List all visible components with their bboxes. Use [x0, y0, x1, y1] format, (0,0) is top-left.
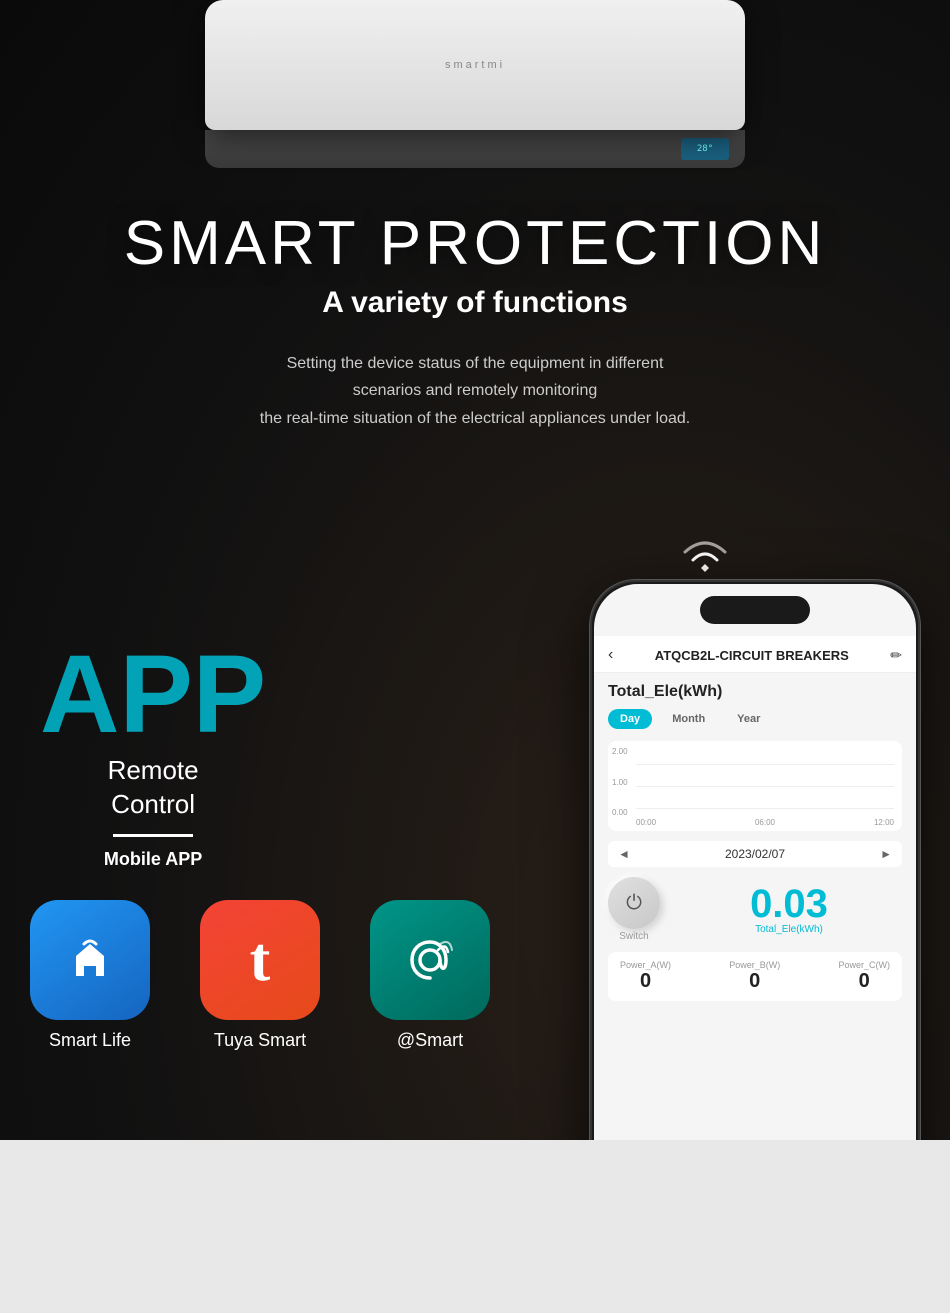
- app-icon-at-smart[interactable]: @Smart: [370, 900, 490, 1051]
- phone-outer: ‹ ATQCB2L-CIRCUIT BREAKERS ✏ Total_Ele(k…: [590, 580, 920, 1140]
- at-smart-icon-box: [370, 900, 490, 1020]
- ac-brand-label: smartmi: [445, 59, 505, 71]
- chart-area: 2.00 1.00 0.00 00:00 06:00 12:00: [608, 741, 902, 831]
- hero-text-block: SMART PROTECTION A variety of functions …: [0, 210, 950, 432]
- phone-screen: ‹ ATQCB2L-CIRCUIT BREAKERS ✏ Total_Ele(k…: [594, 584, 916, 1140]
- power-readings: Power_A(W) 0 Power_B(W) 0 Power_C(W) 0: [608, 952, 902, 1001]
- ac-unit: smartmi 28°: [195, 0, 755, 200]
- chart-x-6: 06:00: [755, 818, 775, 827]
- phone-header: ‹ ATQCB2L-CIRCUIT BREAKERS ✏: [594, 636, 916, 673]
- phone-mockup: ‹ ATQCB2L-CIRCUIT BREAKERS ✏ Total_Ele(k…: [590, 580, 920, 1140]
- app-icon-smart-life[interactable]: Smart Life: [30, 900, 150, 1051]
- power-a-label: Power_A(W): [620, 960, 671, 970]
- total-value: 0.03: [676, 884, 902, 924]
- app-icon-tuya[interactable]: t Tuya Smart: [200, 900, 320, 1051]
- tuya-icon-box: t: [200, 900, 320, 1020]
- ac-body: smartmi: [205, 0, 745, 130]
- phone-notch: [700, 596, 810, 624]
- power-a: Power_A(W) 0: [620, 960, 671, 993]
- phone-section-title: Total_Ele(kWh): [608, 683, 902, 701]
- hero-section: smartmi 28° SMART PROTECTION A variety o…: [0, 0, 950, 1140]
- main-title: SMART PROTECTION: [0, 210, 950, 278]
- chart-x-0: 00:00: [636, 818, 656, 827]
- hero-subtitle: A variety of functions: [0, 286, 950, 320]
- tab-day[interactable]: Day: [608, 709, 652, 729]
- total-label: Total_Ele(kWh): [676, 924, 902, 935]
- power-b-label: Power_B(W): [729, 960, 780, 970]
- chart-x-labels: 00:00 06:00 12:00: [636, 818, 894, 827]
- remote-label: RemoteControl: [40, 754, 266, 822]
- ac-bottom-bar: 28°: [205, 130, 745, 168]
- phone-content: ‹ ATQCB2L-CIRCUIT BREAKERS ✏ Total_Ele(k…: [594, 636, 916, 1140]
- power-c: Power_C(W) 0: [838, 960, 890, 993]
- power-c-value: 0: [838, 970, 890, 993]
- tuya-label: Tuya Smart: [214, 1030, 306, 1051]
- chart-x-12: 12:00: [874, 818, 894, 827]
- tab-row: Day Month Year: [608, 709, 902, 729]
- total-ele-display: 0.03 Total_Ele(kWh): [676, 884, 902, 935]
- phone-edit-button[interactable]: ✏: [890, 647, 902, 664]
- smart-life-icon-box: [30, 900, 150, 1020]
- chart-gridline-bottom: [636, 808, 894, 809]
- date-prev-button[interactable]: ◄: [618, 847, 630, 861]
- chart-gridline-mid: [636, 786, 894, 787]
- chart-y-label-0: 0.00: [612, 808, 628, 817]
- app-icons-row: Smart Life t Tuya Smart @Smart: [30, 900, 490, 1051]
- power-icon: ⏻: [626, 892, 642, 915]
- tab-month[interactable]: Month: [660, 709, 717, 729]
- chart-y-labels: 2.00 1.00 0.00: [612, 747, 628, 817]
- chart-y-label-2: 2.00: [612, 747, 628, 756]
- app-section: APP RemoteControl Mobile APP: [40, 640, 266, 870]
- switch-label: Switch: [619, 931, 648, 942]
- wifi-icon: [675, 530, 735, 580]
- at-smart-label: @Smart: [397, 1030, 463, 1051]
- switch-control: ⏻ Switch: [608, 877, 660, 942]
- chart-gridline-top: [636, 764, 894, 765]
- app-label: APP: [40, 640, 266, 750]
- phone-back-button[interactable]: ‹: [608, 646, 613, 664]
- controls-row: ⏻ Switch 0.03 Total_Ele(kWh): [608, 877, 902, 942]
- date-navigator: ◄ 2023/02/07 ►: [608, 841, 902, 867]
- bottom-section: [0, 1140, 950, 1313]
- tab-year[interactable]: Year: [725, 709, 772, 729]
- phone-body: Total_Ele(kWh) Day Month Year: [594, 673, 916, 1140]
- date-next-button[interactable]: ►: [880, 847, 892, 861]
- power-a-value: 0: [620, 970, 671, 993]
- app-divider: [113, 834, 193, 837]
- power-b: Power_B(W) 0: [729, 960, 780, 993]
- mobile-label: Mobile APP: [40, 849, 266, 870]
- smart-life-label: Smart Life: [49, 1030, 131, 1051]
- power-b-value: 0: [729, 970, 780, 993]
- ac-display: 28°: [681, 138, 729, 160]
- date-display: 2023/02/07: [725, 847, 785, 861]
- power-button[interactable]: ⏻: [608, 877, 660, 929]
- hero-description: Setting the device status of the equipme…: [0, 350, 950, 432]
- phone-title: ATQCB2L-CIRCUIT BREAKERS: [655, 648, 849, 663]
- chart-y-label-1: 1.00: [612, 778, 628, 787]
- power-c-label: Power_C(W): [838, 960, 890, 970]
